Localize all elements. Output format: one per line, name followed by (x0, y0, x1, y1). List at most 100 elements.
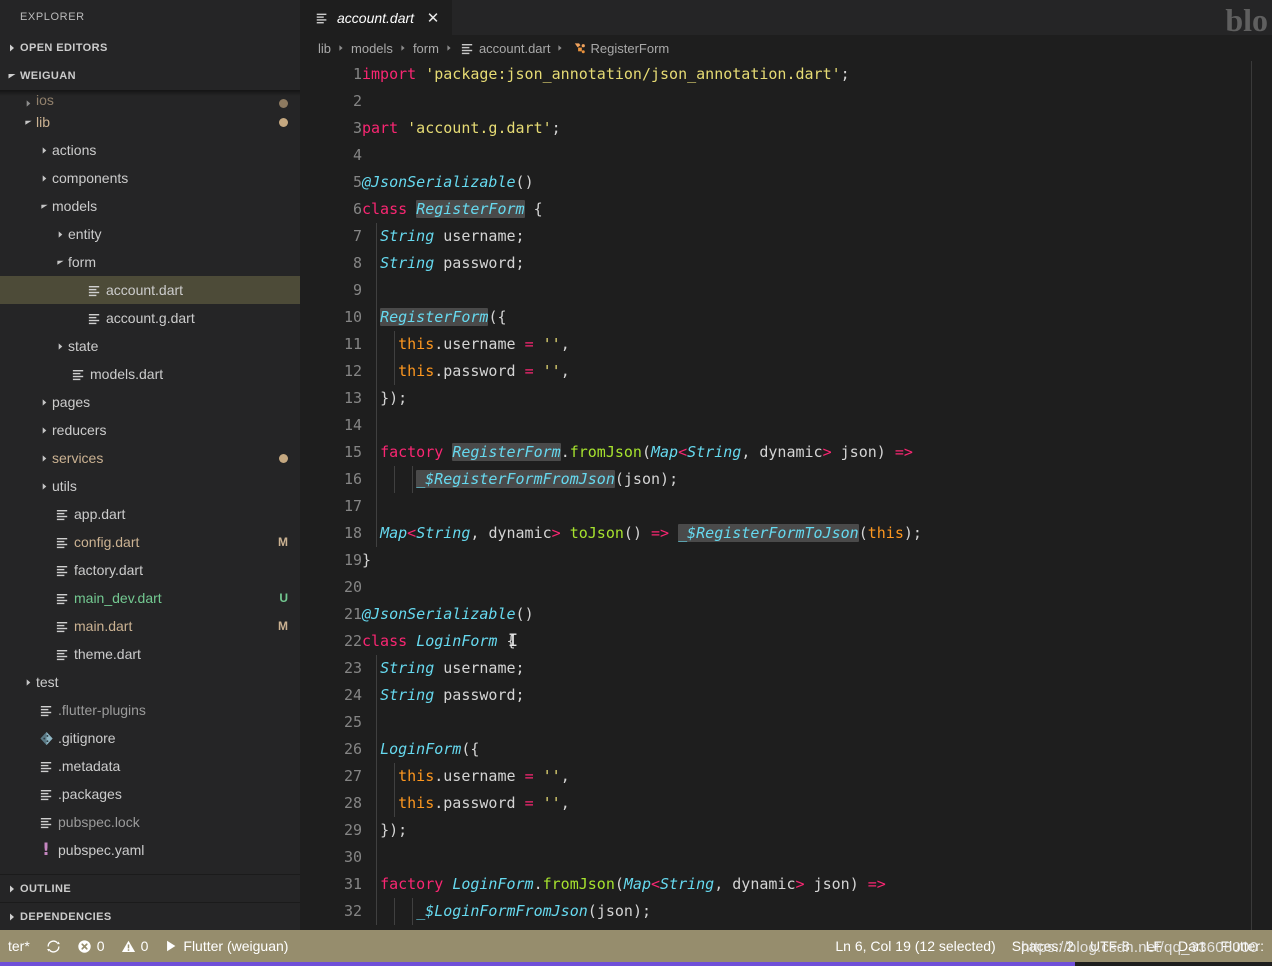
code-line[interactable]: 10 RegisterForm({ (300, 304, 1272, 331)
code-line[interactable]: 23 String username; (300, 655, 1272, 682)
status-indentation[interactable]: Spaces: 2 (1004, 930, 1082, 962)
section-dependencies[interactable]: DEPENDENCIES (0, 902, 300, 930)
status-warnings[interactable]: 0 (113, 930, 157, 962)
file-tree-scroll[interactable]: ios lib actions components models entity form a… (0, 90, 300, 874)
code-line-content[interactable]: LoginForm({ (362, 736, 1272, 763)
tree-item-state[interactable]: state (0, 332, 300, 360)
tree-item-reducers[interactable]: reducers (0, 416, 300, 444)
code-line[interactable]: 27 this.username = '', (300, 763, 1272, 790)
tree-item-flutter-plugins[interactable]: .flutter-plugins (0, 696, 300, 724)
code-line[interactable]: 7 String username; (300, 223, 1272, 250)
tree-item-pubspec-lock[interactable]: pubspec.lock (0, 808, 300, 836)
tree-item-models-dart[interactable]: models.dart (0, 360, 300, 388)
tab-account-dart[interactable]: account.dart ✕ (300, 0, 454, 35)
code-line-content[interactable]: } (362, 547, 1272, 574)
code-line-content[interactable]: _$RegisterFormFromJson(json); (362, 466, 1272, 493)
code-line-content[interactable]: String password; (362, 682, 1272, 709)
code-line-content[interactable] (362, 412, 1272, 439)
tree-item-test[interactable]: test (0, 668, 300, 696)
close-icon[interactable]: ✕ (424, 9, 442, 27)
code-line-content[interactable]: }); (362, 817, 1272, 844)
status-eol[interactable]: LF (1138, 930, 1170, 962)
tree-item-metadata[interactable]: .metadata (0, 752, 300, 780)
tree-item-ios[interactable]: ios (0, 90, 300, 108)
breadcrumb-item-models[interactable]: models (351, 41, 393, 56)
code-line[interactable]: 31 factory LoginForm.fromJson(Map<String… (300, 871, 1272, 898)
tree-item-factory-dart[interactable]: factory.dart (0, 556, 300, 584)
code-line-content[interactable]: part 'account.g.dart'; (362, 115, 1272, 142)
code-line[interactable]: 18 Map<String, dynamic> toJson() => _$Re… (300, 520, 1272, 547)
tree-item-lib[interactable]: lib (0, 108, 300, 136)
code-line[interactable]: 12 this.password = '', (300, 358, 1272, 385)
code-line[interactable]: 8 String password; (300, 250, 1272, 277)
breadcrumb-item-form[interactable]: form (413, 41, 439, 56)
code-line-content[interactable]: this.password = '', (362, 790, 1272, 817)
code-line[interactable]: 17 (300, 493, 1272, 520)
code-line-content[interactable] (362, 493, 1272, 520)
code-line-content[interactable] (362, 844, 1272, 871)
code-line-content[interactable]: this.password = '', (362, 358, 1272, 385)
code-line-content[interactable]: String username; (362, 655, 1272, 682)
code-line-content[interactable]: this.username = '', (362, 331, 1272, 358)
code-line-content[interactable]: factory LoginForm.fromJson(Map<String, d… (362, 871, 1272, 898)
code-line-content[interactable] (362, 88, 1272, 115)
code-editor[interactable]: 1 import 'package:json_annotation/json_an… (300, 61, 1272, 930)
tree-item-gitignore[interactable]: .gitignore (0, 724, 300, 752)
tree-item-account-g-dart[interactable]: account.g.dart (0, 304, 300, 332)
code-line[interactable]: 21 @JsonSerializable() (300, 601, 1272, 628)
breadcrumb-item-lib[interactable]: lib (318, 41, 331, 56)
code-line-content[interactable]: }); (362, 385, 1272, 412)
section-weiguan[interactable]: WEIGUAN (0, 62, 300, 90)
section-outline[interactable]: OUTLINE (0, 874, 300, 902)
code-line[interactable]: 30 (300, 844, 1272, 871)
code-line[interactable]: 28 this.password = '', (300, 790, 1272, 817)
code-line[interactable]: 9 (300, 277, 1272, 304)
tree-item-account-dart[interactable]: account.dart (0, 276, 300, 304)
tree-item-models[interactable]: models (0, 192, 300, 220)
tree-item-entity[interactable]: entity (0, 220, 300, 248)
status-cursor-position[interactable]: Ln 6, Col 19 (12 selected) (827, 930, 1003, 962)
tree-item-theme-dart[interactable]: theme.dart (0, 640, 300, 668)
tree-item-actions[interactable]: actions (0, 136, 300, 164)
code-line-content[interactable]: String password; (362, 250, 1272, 277)
code-line-content[interactable]: factory RegisterForm.fromJson(Map<String… (362, 439, 1272, 466)
code-line-content[interactable] (362, 142, 1272, 169)
section-open-editors[interactable]: OPEN EDITORS (0, 34, 300, 62)
code-line[interactable]: 2 (300, 88, 1272, 115)
code-line-content[interactable]: import 'package:json_annotation/json_ann… (362, 61, 1272, 88)
status-run-target[interactable]: Flutter (weiguan) (156, 930, 296, 962)
code-line[interactable]: 22 class LoginForm { (300, 628, 1272, 655)
code-line[interactable]: 6 class RegisterForm { (300, 196, 1272, 223)
code-line[interactable]: 11 this.username = '', (300, 331, 1272, 358)
code-line[interactable]: 5 @JsonSerializable() (300, 169, 1272, 196)
code-line[interactable]: 13 }); (300, 385, 1272, 412)
status-encoding[interactable]: UTF-8 (1082, 930, 1138, 962)
tree-item-utils[interactable]: utils (0, 472, 300, 500)
code-line[interactable]: 15 factory RegisterForm.fromJson(Map<Str… (300, 439, 1272, 466)
code-line-content[interactable] (362, 709, 1272, 736)
code-line-content[interactable]: String username; (362, 223, 1272, 250)
tree-item-main-dart[interactable]: main.dart M (0, 612, 300, 640)
code-line-content[interactable] (362, 277, 1272, 304)
code-line[interactable]: 14 (300, 412, 1272, 439)
code-line[interactable]: 4 (300, 142, 1272, 169)
tree-item-services[interactable]: services (0, 444, 300, 472)
code-scroll-area[interactable]: 1 import 'package:json_annotation/json_an… (300, 61, 1272, 930)
code-line[interactable]: 16 _$RegisterFormFromJson(json); (300, 466, 1272, 493)
status-branch[interactable]: ter* (0, 930, 38, 962)
status-errors[interactable]: 0 (69, 930, 113, 962)
code-line[interactable]: 20 (300, 574, 1272, 601)
tree-item-pages[interactable]: pages (0, 388, 300, 416)
code-line[interactable]: 29 }); (300, 817, 1272, 844)
code-line-content[interactable]: RegisterForm({ (362, 304, 1272, 331)
code-line-content[interactable]: class RegisterForm { (362, 196, 1272, 223)
status-language-mode[interactable]: Dart (1170, 930, 1212, 962)
code-line[interactable]: 25 (300, 709, 1272, 736)
tree-item-pubspec-yaml[interactable]: ! pubspec.yaml (0, 836, 300, 864)
status-sync[interactable] (38, 930, 69, 962)
code-line-content[interactable]: @JsonSerializable() (362, 601, 1272, 628)
tree-item-app-dart[interactable]: app.dart (0, 500, 300, 528)
code-line[interactable]: 19} (300, 547, 1272, 574)
code-line[interactable]: 32 _$LoginFormFromJson(json); (300, 898, 1272, 925)
code-line-content[interactable]: class LoginForm { (362, 628, 1272, 655)
